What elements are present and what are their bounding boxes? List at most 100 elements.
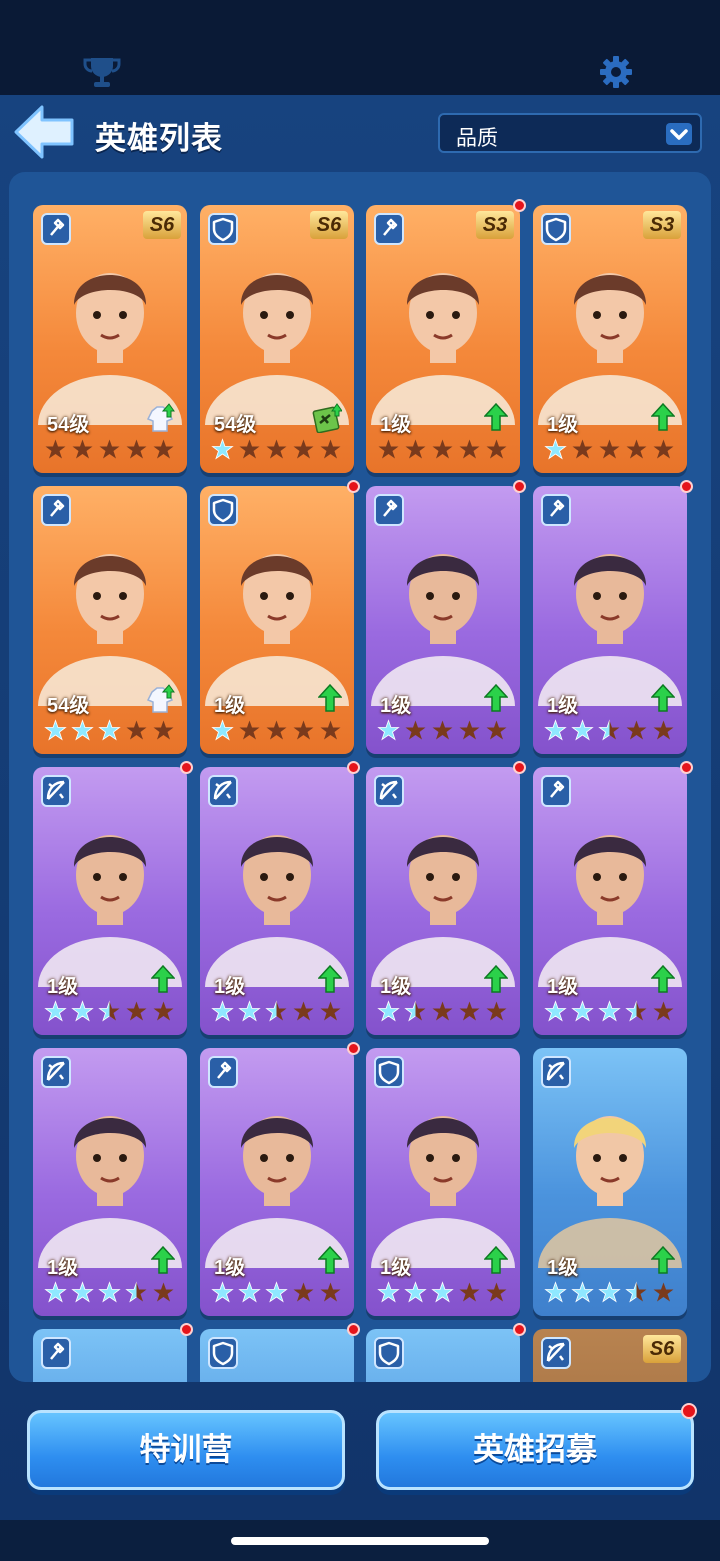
star-icon bbox=[320, 1282, 341, 1302]
hero-level: 1级 bbox=[214, 695, 246, 717]
hero-card[interactable] bbox=[366, 1329, 520, 1382]
upgrade-arrow-icon bbox=[484, 403, 508, 431]
hero-card[interactable]: 1级 bbox=[366, 767, 520, 1035]
upgrade-arrow-icon bbox=[651, 965, 675, 993]
hero-level: 1级 bbox=[547, 414, 579, 436]
hero-card[interactable]: 1级 bbox=[33, 767, 187, 1035]
notification-dot bbox=[347, 1323, 360, 1336]
hero-level: 54级 bbox=[47, 414, 90, 436]
star-icon bbox=[320, 720, 341, 740]
hero-card[interactable]: 1级 bbox=[366, 1048, 520, 1316]
hero-card[interactable]: S3 1级 bbox=[366, 205, 520, 473]
star-icon bbox=[265, 1281, 288, 1303]
star-rating bbox=[210, 718, 346, 744]
hero-portrait bbox=[371, 554, 515, 706]
filter-label: 品质 bbox=[456, 127, 498, 150]
costume-item-icon bbox=[146, 684, 175, 713]
star-icon bbox=[571, 719, 594, 741]
star-icon bbox=[486, 1001, 507, 1021]
hero-portrait bbox=[538, 835, 682, 987]
star-rating bbox=[376, 437, 512, 463]
star-icon bbox=[238, 1281, 261, 1303]
star-icon bbox=[211, 719, 234, 741]
star-icon bbox=[211, 1281, 234, 1303]
hero-card[interactable]: S6 54级 bbox=[33, 205, 187, 473]
hero-level: 1级 bbox=[47, 1257, 79, 1279]
star-icon bbox=[45, 439, 66, 459]
notification-dot bbox=[347, 1042, 360, 1055]
hero-recruit-button[interactable]: 英雄招募 bbox=[376, 1410, 694, 1490]
shield-role-icon bbox=[374, 1056, 404, 1088]
upgrade-arrow-icon bbox=[318, 965, 342, 993]
star-icon bbox=[98, 719, 121, 741]
hero-card[interactable]: S6 54级 bbox=[200, 205, 354, 473]
star-icon bbox=[544, 1281, 567, 1303]
hero-level: 1级 bbox=[547, 1257, 579, 1279]
bow-role-icon bbox=[41, 775, 71, 807]
star-icon bbox=[653, 720, 674, 740]
staff-role-icon bbox=[541, 494, 571, 526]
staff-role-icon bbox=[41, 1337, 71, 1369]
star-icon bbox=[266, 720, 287, 740]
star-icon bbox=[486, 1282, 507, 1302]
hero-card[interactable]: 54级 bbox=[33, 486, 187, 754]
star-icon bbox=[320, 439, 341, 459]
hero-portrait bbox=[538, 273, 682, 425]
hero-level: 1级 bbox=[380, 1257, 412, 1279]
star-icon bbox=[653, 439, 674, 459]
star-rating bbox=[43, 718, 179, 744]
hero-card[interactable]: S6 bbox=[533, 1329, 687, 1382]
upgrade-arrow-icon bbox=[651, 1246, 675, 1274]
star-icon bbox=[571, 1281, 594, 1303]
home-indicator[interactable] bbox=[231, 1537, 489, 1545]
hero-portrait bbox=[38, 835, 182, 987]
star-icon bbox=[653, 1282, 674, 1302]
star-icon bbox=[293, 1001, 314, 1021]
hero-card[interactable]: S3 1级 bbox=[533, 205, 687, 473]
training-camp-button[interactable]: 特训营 bbox=[27, 1410, 345, 1490]
notification-dot bbox=[513, 480, 526, 493]
upgrade-arrow-icon bbox=[651, 684, 675, 712]
hero-level: 1级 bbox=[380, 414, 412, 436]
gear-icon[interactable] bbox=[596, 54, 636, 90]
hero-card[interactable]: 1级 bbox=[533, 1048, 687, 1316]
star-icon bbox=[625, 1000, 647, 1022]
star-icon bbox=[571, 1000, 594, 1022]
quality-filter-dropdown[interactable]: 品质 bbox=[438, 113, 702, 153]
star-rating bbox=[376, 999, 512, 1025]
top-bar bbox=[0, 0, 720, 95]
back-button[interactable] bbox=[12, 103, 76, 161]
hero-level: 1级 bbox=[47, 976, 79, 998]
hero-portrait bbox=[371, 1116, 515, 1268]
hero-card[interactable]: 1级 bbox=[200, 1048, 354, 1316]
hero-portrait bbox=[538, 554, 682, 706]
star-rating bbox=[43, 999, 179, 1025]
hero-card[interactable]: 1级 bbox=[533, 767, 687, 1035]
hero-card[interactable]: 1级 bbox=[33, 1048, 187, 1316]
star-icon bbox=[44, 1281, 67, 1303]
star-icon bbox=[293, 720, 314, 740]
star-icon bbox=[153, 439, 174, 459]
star-icon bbox=[126, 439, 147, 459]
hero-card[interactable]: 1级 bbox=[200, 767, 354, 1035]
hero-card[interactable]: 1级 bbox=[366, 486, 520, 754]
star-icon bbox=[377, 1281, 400, 1303]
notification-dot bbox=[347, 761, 360, 774]
bow-role-icon bbox=[541, 1056, 571, 1088]
star-icon bbox=[126, 1001, 147, 1021]
star-icon bbox=[153, 1282, 174, 1302]
hero-grid[interactable]: S6 54级 S6 54级 S3 1级 S3 1级 54级 1级 1级 1级 1级 1级 1级 1级 1级 1级 1… bbox=[9, 172, 711, 1382]
star-rating bbox=[376, 718, 512, 744]
upgrade-arrow-icon bbox=[318, 684, 342, 712]
hero-card[interactable] bbox=[33, 1329, 187, 1382]
chevron-down-icon bbox=[666, 123, 692, 145]
star-icon bbox=[599, 439, 620, 459]
hero-card[interactable]: 1级 bbox=[533, 486, 687, 754]
hero-card[interactable]: 1级 bbox=[200, 486, 354, 754]
staff-role-icon bbox=[374, 213, 404, 245]
notification-dot bbox=[347, 480, 360, 493]
star-icon bbox=[598, 719, 620, 741]
trophy-icon[interactable] bbox=[82, 54, 122, 90]
hero-card[interactable] bbox=[200, 1329, 354, 1382]
star-rating bbox=[376, 1280, 512, 1306]
